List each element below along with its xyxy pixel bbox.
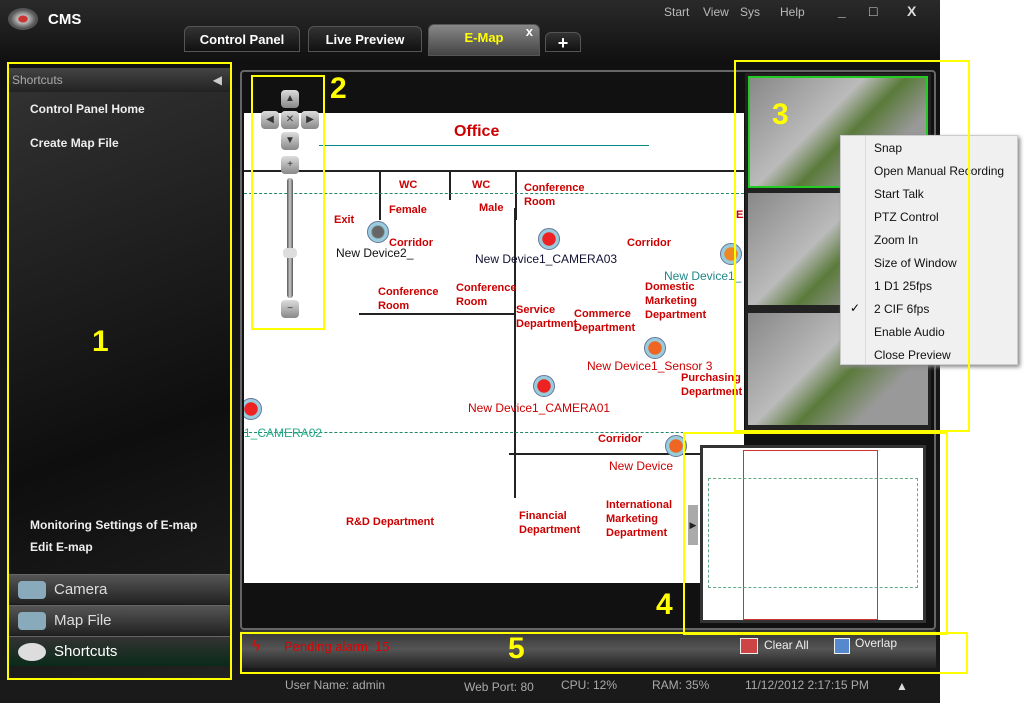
tab-live-preview[interactable]: Live Preview xyxy=(308,26,422,52)
room-label: Male xyxy=(479,202,504,214)
room-label: WC xyxy=(399,179,418,191)
annotation-number-4: 4 xyxy=(656,588,673,621)
sensor-pin-icon[interactable] xyxy=(644,337,666,359)
annotation-box-4 xyxy=(683,432,948,635)
room-label: Conference Room xyxy=(378,286,439,312)
status-bar: User Name: admin Web Port: 80 CPU: 12% R… xyxy=(0,676,940,703)
device-label: New Device1_ xyxy=(664,269,742,283)
room-label: Corridor xyxy=(627,237,671,249)
annotation-box-1 xyxy=(7,62,232,680)
room-label: Domestic Marketing Department xyxy=(645,281,707,321)
tab-close-icon[interactable]: x xyxy=(526,19,533,45)
close-window-button[interactable]: X xyxy=(907,3,916,19)
tab-control-panel[interactable]: Control Panel xyxy=(184,26,300,52)
annotation-number-5: 5 xyxy=(508,632,525,665)
room-label: Conference Room xyxy=(524,182,585,208)
maximize-button[interactable]: □ xyxy=(869,3,877,19)
device-label: New Device xyxy=(609,459,674,473)
room-label: Conference Room xyxy=(456,282,517,308)
menu-sys[interactable]: Sys xyxy=(740,5,760,19)
cms-logo-icon xyxy=(8,8,38,30)
camera-pin-icon[interactable] xyxy=(367,221,389,243)
menu-help[interactable]: Help xyxy=(780,5,805,19)
room-label: Financial Department xyxy=(519,510,581,536)
room-label: R&D Department xyxy=(346,516,435,528)
room-label: Female xyxy=(389,204,427,216)
room-label: Exit xyxy=(334,214,355,226)
tab-e-map[interactable]: E-Map x xyxy=(428,24,540,56)
alarm-pin-icon[interactable] xyxy=(533,375,555,397)
tab-e-map-label: E-Map xyxy=(464,30,504,45)
status-user: User Name: admin xyxy=(285,678,386,692)
add-tab-button[interactable]: + xyxy=(545,32,581,53)
room-label: International Marketing Department xyxy=(606,499,673,539)
annotation-box-2 xyxy=(251,75,325,330)
status-ram: RAM: 35% xyxy=(652,678,710,692)
room-label: Service Department xyxy=(516,304,578,330)
menu-start[interactable]: Start xyxy=(664,5,689,19)
title-underline xyxy=(319,145,649,146)
annotation-number-1: 1 xyxy=(92,325,109,358)
room-label: Corridor xyxy=(598,433,642,445)
annotation-box-3 xyxy=(734,60,970,432)
map-title: Office xyxy=(454,123,500,140)
device-label: New Device1_Sensor 3 xyxy=(587,359,713,373)
room-label: WC xyxy=(472,179,491,191)
device-label: New Device1_CAMERA03 xyxy=(475,252,618,266)
device-label: New Device1_CAMERA01 xyxy=(468,401,611,415)
annotation-number-2: 2 xyxy=(330,72,347,105)
status-cpu: CPU: 12% xyxy=(561,678,618,692)
menu-view[interactable]: View xyxy=(703,5,729,19)
device-label: 1_CAMERA02 xyxy=(244,426,323,440)
minimize-button[interactable]: _ xyxy=(838,3,846,19)
annotation-box-5 xyxy=(240,632,968,674)
device-label: New Device2_ xyxy=(336,246,414,260)
expand-status-button[interactable]: ▲ xyxy=(896,679,908,693)
annotation-number-3: 3 xyxy=(772,98,789,131)
room-label: Commerce Department xyxy=(574,308,636,334)
status-web-port: Web Port: 80 xyxy=(464,680,534,694)
alarm-pin-icon[interactable] xyxy=(538,228,560,250)
app-title: CMS xyxy=(48,11,82,28)
status-datetime: 11/12/2012 2:17:15 PM xyxy=(745,678,869,692)
